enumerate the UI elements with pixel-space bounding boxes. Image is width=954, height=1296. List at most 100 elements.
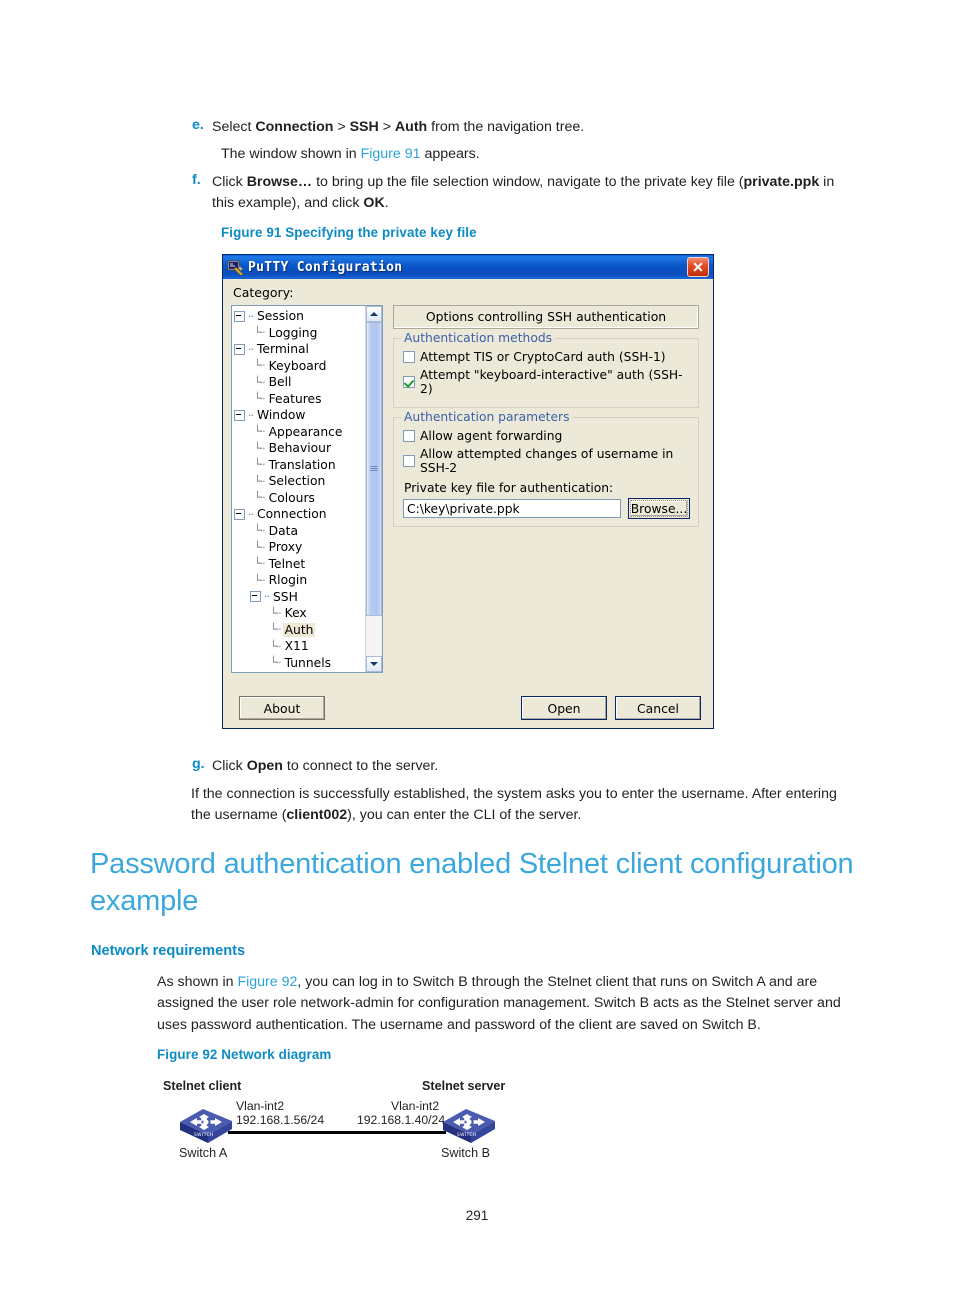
tree-branch-icon: └·· (254, 441, 266, 455)
switch-b-icon: SWITCH (440, 1106, 498, 1151)
tree-branch-icon: └·· (254, 326, 266, 340)
tree-collapse-icon[interactable] (234, 343, 245, 355)
tree-item-ssh[interactable]: ·· SSH (234, 589, 365, 606)
tree-item-label: Keyboard (268, 358, 327, 373)
step-f-browse: Browse… (246, 174, 313, 190)
scroll-down-icon[interactable] (366, 656, 382, 672)
tree-dash-icon: ·· (248, 309, 254, 323)
checkbox-agent-forwarding-icon[interactable] (403, 430, 415, 442)
tree-item-label: Behaviour (268, 441, 332, 456)
checkbox-tis-cryptocard-icon[interactable] (403, 351, 415, 363)
window-shown-post: appears. (420, 146, 480, 162)
tree-collapse-icon[interactable] (234, 310, 245, 322)
tree-branch-icon: └·· (254, 375, 266, 389)
tree-item-label: Session (257, 309, 304, 324)
tree-item-label: Appearance (268, 424, 343, 439)
tree-item-behaviour[interactable]: └·· Behaviour (234, 440, 365, 457)
step-f-privateppk: private.ppk (743, 174, 820, 190)
tree-collapse-icon[interactable] (234, 508, 245, 520)
checkbox-username-changes-icon[interactable] (403, 455, 415, 467)
scrollbar-track[interactable] (366, 322, 382, 656)
subsection-heading: Network requirements (91, 943, 246, 959)
tree-scrollbar[interactable] (365, 306, 382, 672)
tree-dash-icon: ·· (248, 507, 254, 521)
putty-titlebar[interactable]: PuTTY Configuration (223, 255, 713, 279)
putty-configuration-window: PuTTY Configuration Category: ·· Session └… (222, 254, 714, 729)
tree-branch-icon: └·· (254, 359, 266, 373)
tree-item-kex[interactable]: └·· Kex (234, 605, 365, 622)
tree-item-label: Telnet (268, 556, 306, 571)
tree-item-keyboard[interactable]: └·· Keyboard (234, 358, 365, 375)
close-icon[interactable] (687, 257, 709, 277)
tree-branch-icon: └·· (270, 606, 282, 620)
diagram-right-interface: Vlan-int2 (391, 1099, 440, 1113)
tree-item-tunnels[interactable]: └·· Tunnels (234, 655, 365, 672)
open-button-label: Open (547, 700, 581, 716)
tree-item-label: Colours (268, 490, 315, 505)
svg-text:SWITCH: SWITCH (457, 1132, 477, 1138)
step-f-marker: f. (192, 172, 201, 188)
tree-collapse-icon[interactable] (234, 409, 245, 421)
checkbox-row-tis-cryptocard[interactable]: Attempt TIS or CryptoCard auth (SSH-1) (403, 350, 690, 364)
scroll-up-icon[interactable] (366, 306, 382, 322)
paragraph-window-shown: The window shown in Figure 91 appears. (221, 144, 841, 165)
browse-button[interactable]: Browse... (628, 498, 690, 519)
about-button[interactable]: About (239, 696, 325, 720)
tree-item-appearance[interactable]: └·· Appearance (234, 424, 365, 441)
tree-collapse-icon[interactable] (250, 591, 261, 603)
checkbox-agent-forwarding-label: Allow agent forwarding (420, 429, 563, 443)
tree-item-window[interactable]: ·· Window (234, 407, 365, 424)
figure-91-link[interactable]: Figure 91 (361, 146, 421, 162)
tree-item-label: Kex (284, 606, 307, 621)
checkbox-row-agent-forwarding[interactable]: Allow agent forwarding (403, 429, 690, 443)
scrollbar-thumb[interactable] (366, 322, 382, 616)
tree-item-terminal[interactable]: ·· Terminal (234, 341, 365, 358)
diagram-left-role: Stelnet client (163, 1079, 242, 1093)
checkbox-keyboard-interactive-icon[interactable] (403, 376, 415, 388)
private-key-file-input[interactable] (403, 499, 621, 518)
tree-branch-icon: └·· (270, 639, 282, 653)
checkbox-row-keyboard-interactive[interactable]: Attempt "keyboard-interactive" auth (SSH… (403, 368, 690, 396)
tree-item-data[interactable]: └·· Data (234, 523, 365, 540)
tree-branch-icon: └·· (254, 540, 266, 554)
tree-item-connection[interactable]: ·· Connection (234, 506, 365, 523)
paragraph-after-open: If the connection is successfully establ… (191, 784, 855, 827)
cancel-button[interactable]: Cancel (615, 696, 701, 720)
navigation-tree[interactable]: ·· Session └·· Logging ·· Terminal └·· Keyboard… (231, 305, 383, 673)
tree-item-proxy[interactable]: └·· Proxy (234, 539, 365, 556)
scrollbar-grip-icon (370, 465, 378, 472)
tree-item-colours[interactable]: └·· Colours (234, 490, 365, 507)
checkbox-tis-cryptocard-label: Attempt TIS or CryptoCard auth (SSH-1) (420, 350, 666, 364)
svg-text:SWITCH: SWITCH (194, 1132, 214, 1138)
tree-dash-icon: ·· (248, 342, 254, 356)
tree-item-auth[interactable]: └·· Auth (234, 622, 365, 639)
tree-item-label: Tunnels (284, 655, 332, 670)
switch-a-icon: SWITCH (177, 1106, 235, 1151)
tree-item-rlogin[interactable]: └·· Rlogin (234, 572, 365, 589)
page-number: 291 (465, 1208, 489, 1223)
putty-app-icon (227, 259, 244, 276)
section-heading: Password authentication enabled Stelnet … (90, 848, 854, 918)
private-key-file-row: Browse... (403, 498, 690, 519)
tree-item-logging[interactable]: └·· Logging (234, 325, 365, 342)
checkbox-row-username-changes[interactable]: Allow attempted changes of username in S… (403, 447, 690, 475)
tree-item-translation[interactable]: └·· Translation (234, 457, 365, 474)
figure-92-link[interactable]: Figure 92 (237, 974, 297, 990)
open-button[interactable]: Open (521, 696, 607, 720)
tree-item-x11[interactable]: └·· X11 (234, 638, 365, 655)
tree-item-telnet[interactable]: └·· Telnet (234, 556, 365, 573)
about-button-label: About (263, 700, 301, 716)
tree-branch-icon: └·· (270, 623, 282, 637)
tree-branch-icon: └·· (254, 458, 266, 472)
step-f: f. Click Browse… to bring up the file se… (192, 172, 852, 215)
tree-item-selection[interactable]: └·· Selection (234, 473, 365, 490)
authentication-parameters-group: Authentication parameters Allow agent fo… (393, 410, 699, 527)
tree-item-session[interactable]: ·· Session (234, 308, 365, 325)
private-key-file-label: Private key file for authentication: (404, 481, 614, 495)
tree-item-bell[interactable]: └·· Bell (234, 374, 365, 391)
tree-branch-icon: └·· (254, 524, 266, 538)
diagram-left-interface: Vlan-int2 (236, 1099, 285, 1113)
tree-item-label: SSH (273, 589, 298, 604)
tree-item-features[interactable]: └·· Features (234, 391, 365, 408)
tree-branch-icon: └·· (270, 656, 282, 670)
